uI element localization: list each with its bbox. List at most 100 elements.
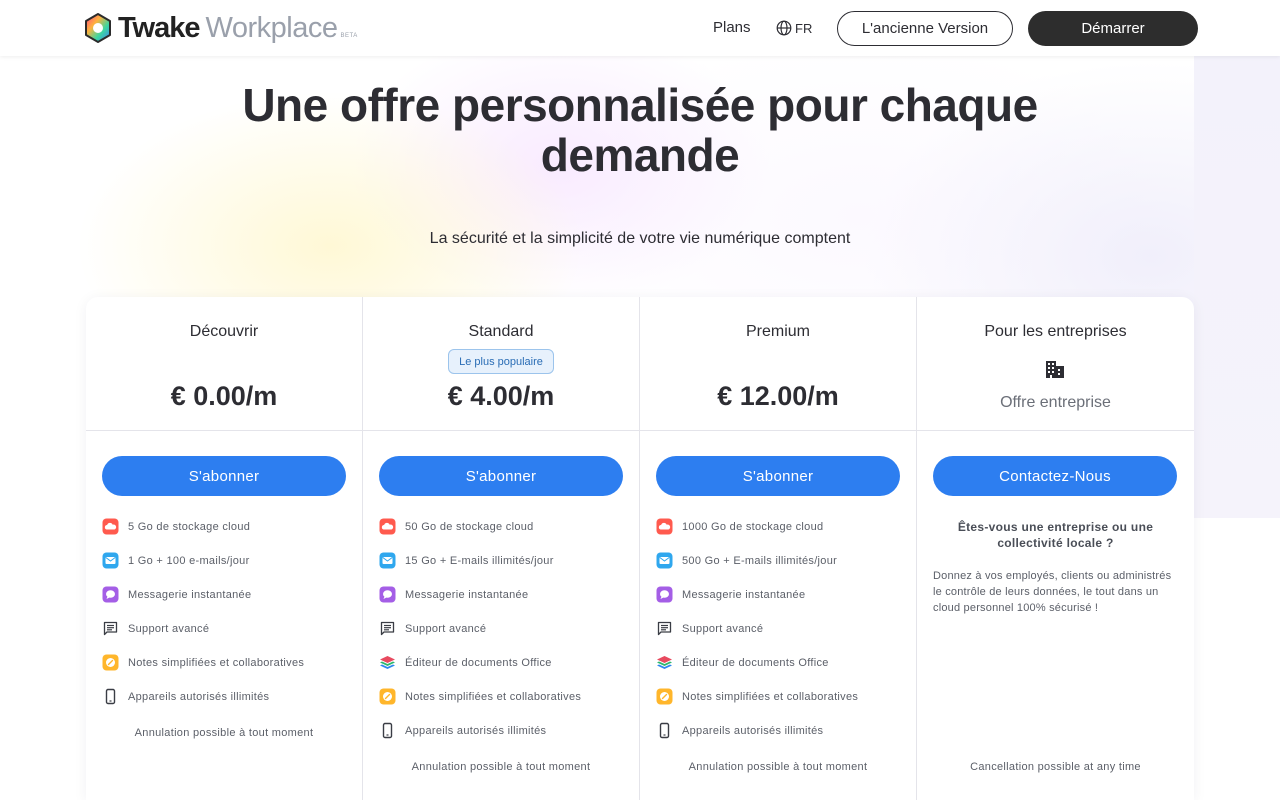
feature-text: 50 Go de stockage cloud [405,521,534,533]
subscribe-button[interactable]: S'abonner [102,456,346,496]
plan-card-enterprise: Pour les entreprises Offre entreprise Co… [917,297,1194,800]
plan-card-premium: Premium € 12.00/m S'abonner 1000 Go de s… [640,297,917,800]
page-subtitle: La sécurité et la simplicité de votre vi… [429,230,851,247]
notes-icon [102,654,119,671]
plan-name: Standard [468,323,534,340]
nav-plans-link[interactable]: Plans [713,19,751,36]
feature-item: Messagerie instantanée [656,586,906,621]
feature-text: Messagerie instantanée [682,589,806,601]
feature-item: Messagerie instantanée [379,586,629,621]
enterprise-question: Êtes-vous une entreprise ou une collecti… [957,520,1154,550]
feature-item: 50 Go de stockage cloud [379,518,629,553]
pricing-plans: Découvrir € 0.00/m S'abonner 5 Go de sto… [86,297,1194,800]
plan-card-discover: Découvrir € 0.00/m S'abonner 5 Go de sto… [86,297,363,800]
feature-text: 1 Go + 100 e-mails/jour [128,555,250,567]
notes-icon [379,688,396,705]
feature-text: Notes simplifiées et collaboratives [682,691,859,703]
plan-name: Découvrir [189,323,259,340]
language-label: FR [795,20,813,36]
phone-icon [659,722,670,739]
feature-list: 50 Go de stockage cloud 15 Go + E-mails i… [379,518,629,757]
cancel-note: Cancellation possible at any time [970,761,1141,773]
building-icon [1046,361,1064,378]
feature-text: Messagerie instantanée [128,589,252,601]
plan-header: Premium € 12.00/m [640,297,916,431]
chat-icon [379,586,396,603]
feature-text: 15 Go + E-mails illimités/jour [405,555,554,567]
plan-price: € 12.00/m [717,381,839,411]
feature-text: Support avancé [682,623,764,635]
contact-us-button[interactable]: Contactez-Nous [933,456,1177,496]
language-selector[interactable]: FR [776,20,812,36]
support-icon [657,621,672,636]
feature-item: Éditeur de documents Office [656,655,906,689]
subscribe-button[interactable]: S'abonner [379,456,623,496]
logo-name: Twake [118,11,201,44]
feature-text: Messagerie instantanée [405,589,529,601]
cancel-note: Annulation possible à tout moment [134,727,314,739]
feature-item: Éditeur de documents Office [379,655,629,689]
plan-name: Pour les entreprises [984,323,1127,340]
office-icon [380,656,395,669]
feature-item: 500 Go + E-mails illimités/jour [656,552,906,587]
office-icon [657,656,672,669]
twake-workplace-logo[interactable]: Twake Workplace BETA [82,11,358,45]
feature-item: Notes simplifiées et collaboratives [656,688,906,723]
mail-icon [102,552,119,569]
globe-icon [776,20,792,36]
feature-text: 5 Go de stockage cloud [128,521,251,533]
feature-item: Notes simplifiées et collaboratives [379,688,629,723]
feature-text: Support avancé [405,623,487,635]
plan-name: Premium [745,323,810,340]
feature-text: Appareils autorisés illimités [128,691,270,703]
feature-text: Appareils autorisés illimités [405,725,547,737]
feature-text: Notes simplifiées et collaboratives [405,691,582,703]
plan-header: Standard Le plus populaire € 4.00/m [363,297,639,431]
plan-header: Pour les entreprises Offre entreprise [917,297,1194,431]
logo-beta-badge: BETA [340,33,358,39]
old-version-button[interactable]: L'ancienne Version [837,11,1013,46]
enterprise-offer-label: Offre entreprise [1000,394,1111,411]
cloud-icon [656,518,673,535]
feature-item: Appareils autorisés illimités [656,722,906,757]
feature-item: Appareils autorisés illimités [102,688,352,723]
feature-item: Support avancé [379,621,629,655]
feature-text: 1000 Go de stockage cloud [682,521,824,533]
popular-badge: Le plus populaire [448,349,554,374]
feature-item: 5 Go de stockage cloud [102,518,352,553]
feature-list: 1000 Go de stockage cloud 500 Go + E-mail… [656,518,906,757]
feature-text: Éditeur de documents Office [682,657,829,669]
start-button[interactable]: Démarrer [1028,11,1198,46]
cloud-icon [379,518,396,535]
feature-text: 500 Go + E-mails illimités/jour [682,555,838,567]
feature-item: 1 Go + 100 e-mails/jour [102,552,352,587]
phone-icon [382,722,393,739]
mail-icon [379,552,396,569]
support-icon [380,621,395,636]
phone-icon [105,688,116,705]
plan-price: € 4.00/m [447,381,555,411]
enterprise-description: Donnez à vos employés, clients ou admini… [933,570,1172,614]
cancel-note: Annulation possible à tout moment [411,761,591,773]
feature-item: Appareils autorisés illimités [379,722,629,757]
feature-item: Messagerie instantanée [102,586,352,621]
feature-item: Notes simplifiées et collaboratives [102,654,352,689]
chat-icon [102,586,119,603]
feature-text: Support avancé [128,623,210,635]
feature-text: Notes simplifiées et collaboratives [128,657,305,669]
plan-header: Découvrir € 0.00/m [86,297,362,431]
feature-item: Support avancé [656,621,906,655]
mail-icon [656,552,673,569]
feature-text: Appareils autorisés illimités [682,725,824,737]
plan-price: € 0.00/m [170,381,278,411]
feature-text: Éditeur de documents Office [405,657,552,669]
logo-product: Workplace [205,11,338,44]
feature-item: Support avancé [102,621,352,655]
cloud-icon [102,518,119,535]
page-title: Une offre personnalisée pour chaque dema… [242,79,1038,181]
cancel-note: Annulation possible à tout moment [688,761,868,773]
subscribe-button[interactable]: S'abonner [656,456,900,496]
feature-list: 5 Go de stockage cloud 1 Go + 100 e-mails… [102,518,352,723]
feature-item: 1000 Go de stockage cloud [656,518,906,553]
twake-logo-icon [85,13,111,43]
